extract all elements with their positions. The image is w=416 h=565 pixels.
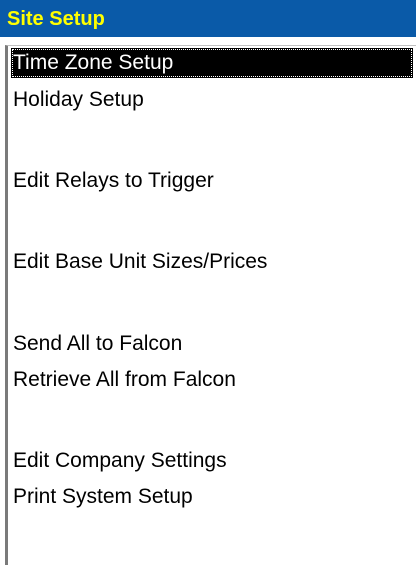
site-setup-panel: Site Setup Time Zone Setup Holiday Setup… (0, 0, 416, 565)
list-item-holiday-setup[interactable]: Holiday Setup (11, 85, 413, 115)
list-item-send-all-to-falcon[interactable]: Send All to Falcon (11, 329, 413, 359)
list-item-edit-relays-to-trigger[interactable]: Edit Relays to Trigger (11, 166, 413, 196)
list-item-edit-company-settings[interactable]: Edit Company Settings (11, 446, 413, 476)
title-bar: Site Setup (0, 0, 416, 37)
panel-title: Site Setup (7, 8, 105, 30)
list-item-edit-base-unit-sizes-prices[interactable]: Edit Base Unit Sizes/Prices (11, 247, 413, 277)
list-item-retrieve-all-from-falcon[interactable]: Retrieve All from Falcon (11, 365, 413, 395)
list-item-time-zone-setup[interactable]: Time Zone Setup (11, 48, 413, 78)
list-item-print-system-setup[interactable]: Print System Setup (11, 482, 413, 512)
setup-options-list[interactable]: Time Zone Setup Holiday Setup Edit Relay… (5, 45, 416, 565)
